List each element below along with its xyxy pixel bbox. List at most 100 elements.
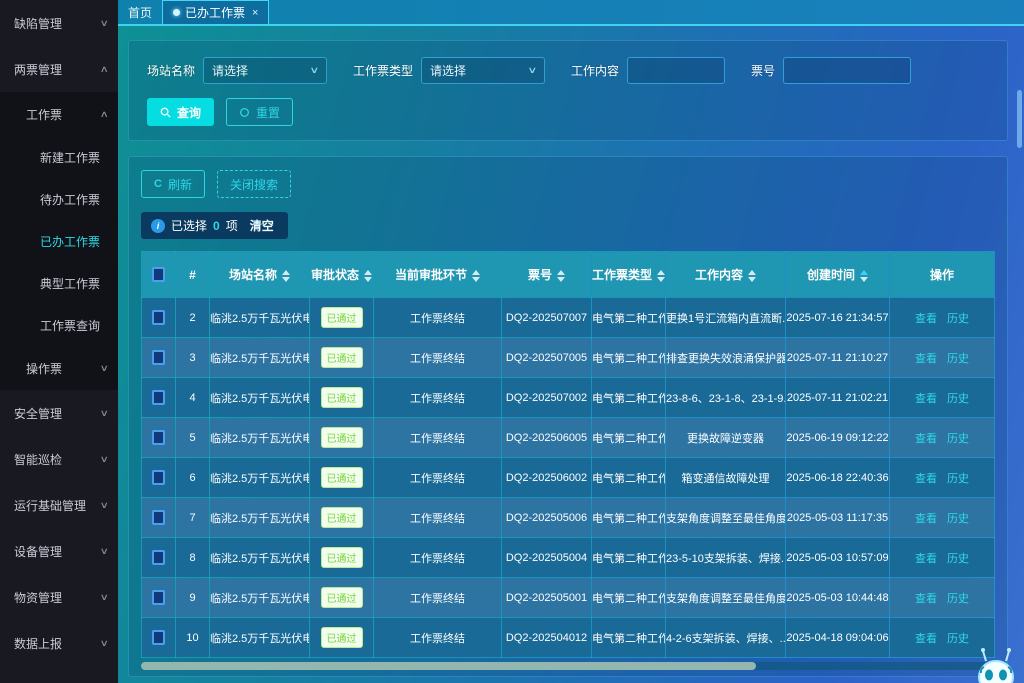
horizontal-scrollbar-thumb[interactable] [141,662,756,670]
tab-done-work-tickets[interactable]: 已办工作票 × [162,0,269,24]
view-link[interactable]: 查看 [915,593,937,605]
refresh-button-label: 刷新 [168,176,192,193]
ticket-no-cell: DQ2-202507007 [502,298,592,338]
table-row: 9临洮2.5万千瓦光伏电..已通过工作票终结DQ2-202505001电气第二种… [142,578,995,618]
row-checkbox[interactable] [152,590,165,605]
history-link[interactable]: 历史 [947,633,969,645]
sidebar-item-安全管理[interactable]: 安全管理∨ [0,390,118,436]
history-link[interactable]: 历史 [947,313,969,325]
tab-home[interactable]: 首页 [118,0,162,24]
column-header[interactable]: 审批状态 [310,252,374,298]
sort-icon[interactable] [472,270,480,282]
chevron-up-icon: ∧ [100,109,109,120]
history-link[interactable]: 历史 [947,473,969,485]
sidebar-item-两票管理[interactable]: 两票管理∧ [0,46,118,92]
history-link[interactable]: 历史 [947,353,969,365]
reset-button[interactable]: 重置 [226,98,293,126]
row-checkbox[interactable] [152,390,165,405]
row-checkbox[interactable] [152,550,165,565]
row-checkbox[interactable] [152,350,165,365]
sidebar-item-label: 智能巡检 [14,451,62,468]
chatbot-icon[interactable] [974,647,1018,683]
sidebar-item-待办工作票[interactable]: 待办工作票 [0,178,118,220]
sort-icon[interactable] [657,270,665,282]
query-button-label: 查询 [177,104,201,121]
row-checkbox[interactable] [152,310,165,325]
column-header: 操作 [890,252,995,298]
view-link[interactable]: 查看 [915,473,937,485]
view-link[interactable]: 查看 [915,393,937,405]
history-link[interactable]: 历史 [947,553,969,565]
horizontal-scrollbar[interactable] [141,662,995,670]
view-link[interactable]: 查看 [915,313,937,325]
history-link[interactable]: 历史 [947,433,969,445]
sort-icon[interactable] [748,270,756,282]
table-row: 10临洮2.5万千瓦光伏电..已通过工作票终结DQ2-202504012电气第二… [142,618,995,658]
table-row: 6临洮2.5万千瓦光伏电..已通过工作票终结DQ2-202506002电气第二种… [142,458,995,498]
sort-icon[interactable] [557,270,565,282]
row-checkbox[interactable] [152,510,165,525]
row-checkbox[interactable] [152,470,165,485]
approval-status-cell: 已通过 [310,458,374,498]
sidebar-item-已办工作票[interactable]: 已办工作票 [0,220,118,262]
column-header-label: 工作票类型 [592,268,652,282]
view-link[interactable]: 查看 [915,513,937,525]
column-header[interactable]: 工作内容 [666,252,786,298]
station-name-select[interactable]: 请选择 ∨ [203,57,327,84]
history-link[interactable]: 历史 [947,513,969,525]
sidebar-item-设备管理[interactable]: 设备管理∨ [0,528,118,574]
main-area: 首页 已办工作票 × 场站名称 请选择 ∨ [118,0,1024,683]
column-header[interactable]: 创建时间 [786,252,890,298]
sidebar-item-物资管理[interactable]: 物资管理∨ [0,574,118,620]
sidebar-item-工作票查询[interactable]: 工作票查询 [0,304,118,346]
approval-status-cell: 已通过 [310,578,374,618]
created-time-cell: 2025-07-11 21:10:27 [786,338,890,378]
sort-icon[interactable] [860,270,868,282]
vertical-scrollbar[interactable] [1017,90,1022,148]
column-header-label: 票号 [528,268,552,282]
actions-cell: 查看历史 [890,298,995,338]
sidebar-item-智能巡检[interactable]: 智能巡检∨ [0,436,118,482]
work-content-input[interactable] [627,57,725,84]
sidebar-item-工作票[interactable]: 工作票∧ [0,92,118,136]
tab-home-label: 首页 [128,4,152,21]
station-name-cell: 临洮2.5万千瓦光伏电.. [210,298,310,338]
station-name-cell: 临洮2.5万千瓦光伏电.. [210,498,310,538]
row-index-cell: 5 [176,418,210,458]
close-search-button[interactable]: 关闭搜索 [217,170,291,198]
search-fields: 场站名称 请选择 ∨ 工作票类型 请选择 ∨ 工 [147,57,989,84]
view-link[interactable]: 查看 [915,353,937,365]
ticket-no-label: 票号 [751,62,775,79]
sort-icon[interactable] [364,270,372,282]
column-header[interactable]: 当前审批环节 [374,252,502,298]
sidebar-item-运行基础管理[interactable]: 运行基础管理∨ [0,482,118,528]
sidebar-item-缺陷管理[interactable]: 缺陷管理∨ [0,0,118,46]
select-all-checkbox[interactable] [152,267,165,282]
column-header[interactable]: 票号 [502,252,592,298]
view-link[interactable]: 查看 [915,633,937,645]
ticket-no-cell: DQ2-202505004 [502,538,592,578]
work-content-cell: 23-5-10支架拆装、焊接... [666,538,786,578]
history-link[interactable]: 历史 [947,593,969,605]
sidebar-item-操作票[interactable]: 操作票∨ [0,346,118,390]
sidebar-item-新建工作票[interactable]: 新建工作票 [0,136,118,178]
query-button[interactable]: 查询 [147,98,214,126]
station-name-cell: 临洮2.5万千瓦光伏电.. [210,578,310,618]
view-link[interactable]: 查看 [915,433,937,445]
refresh-button[interactable]: C 刷新 [141,170,205,198]
clear-selection-link[interactable]: 清空 [250,217,274,234]
row-index-cell: 7 [176,498,210,538]
sidebar-item-数据上报[interactable]: 数据上报∨ [0,620,118,666]
work-content-cell: 更换故障逆变器 [666,418,786,458]
history-link[interactable]: 历史 [947,393,969,405]
ticket-no-input[interactable] [783,57,911,84]
sidebar-item-典型工作票[interactable]: 典型工作票 [0,262,118,304]
column-header[interactable]: 工作票类型 [592,252,666,298]
tab-close-icon[interactable]: × [252,7,258,19]
column-header[interactable]: 场站名称 [210,252,310,298]
view-link[interactable]: 查看 [915,553,937,565]
sort-icon[interactable] [282,270,290,282]
ticket-type-select[interactable]: 请选择 ∨ [421,57,545,84]
row-checkbox[interactable] [152,630,165,645]
row-checkbox[interactable] [152,430,165,445]
